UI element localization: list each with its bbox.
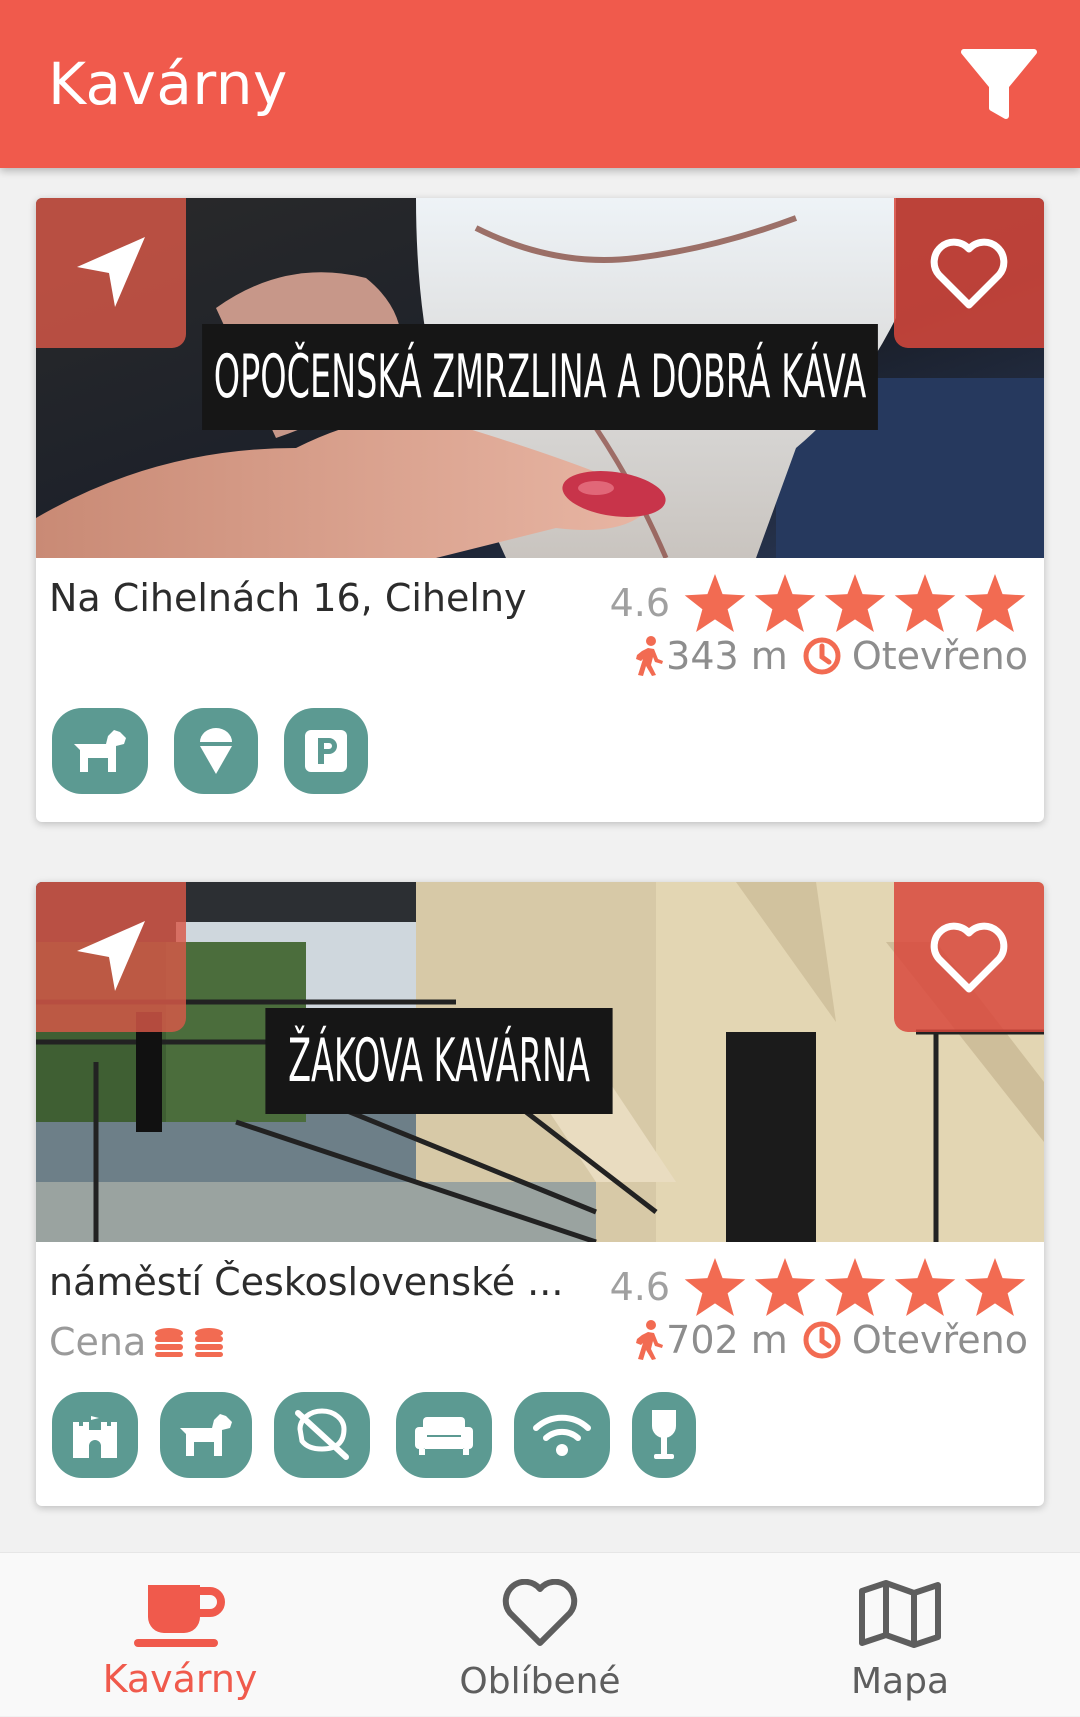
amenity-parking [284, 708, 368, 794]
cafe-name: Opočenská zmrzlina a dobrá káva [202, 324, 878, 430]
tab-kavarny[interactable]: Kavárny [50, 1553, 310, 1717]
price-label: Cena [49, 1320, 147, 1364]
coins-icon [195, 1328, 224, 1357]
coins-icon [155, 1328, 184, 1357]
price-level: Cena [49, 1320, 226, 1364]
bottom-navigation: Kavárny Oblíbené Mapa [0, 1552, 1080, 1716]
rating: 4.6 [610, 574, 1026, 632]
dog-friendly-icon [180, 1414, 232, 1456]
amenity-ice-cream [174, 708, 258, 794]
amenity-castle [52, 1392, 138, 1478]
no-smoking-icon [295, 1408, 349, 1460]
sofa-icon [415, 1417, 473, 1455]
open-status: Otevřeno [851, 634, 1028, 678]
heart-outline-icon [930, 238, 1008, 309]
star-icon [754, 1258, 816, 1316]
filter-button[interactable] [954, 44, 1044, 124]
rating: 4.6 [610, 1258, 1026, 1316]
heart-outline-icon [930, 922, 1008, 993]
amenity-dog [52, 708, 148, 794]
coffee-cup-icon [134, 1585, 225, 1647]
amenity-wifi [514, 1392, 610, 1478]
castle-icon [73, 1416, 117, 1458]
map-icon [859, 1580, 941, 1648]
amenity-sofa [396, 1392, 492, 1478]
star-icon [964, 574, 1026, 632]
ice-cream-icon [200, 728, 232, 774]
tab-label: Oblíbené [459, 1661, 621, 1702]
parking-icon [305, 730, 347, 772]
amenity-no-smoking [274, 1392, 370, 1478]
cafe-address: Na Cihelnách 16, Cihelny [49, 576, 527, 620]
clock-icon [803, 1321, 841, 1359]
rating-value: 4.6 [609, 581, 670, 625]
navigate-button[interactable] [36, 198, 186, 348]
dog-friendly-icon [74, 730, 126, 772]
heart-icon [502, 1579, 578, 1646]
cafe-address: náměstí Československé ... [49, 1260, 564, 1304]
star-icon [964, 1258, 1026, 1316]
page-title: Kavárny [48, 50, 288, 118]
cafe-name: Žákova kavárna [265, 1008, 613, 1114]
distance-status: 702 m Otevřeno [634, 1318, 1028, 1362]
cafe-card[interactable]: Žákova kavárna náměstí Československé ..… [36, 882, 1044, 1506]
distance-status: 343 m Otevřeno [634, 634, 1028, 678]
tab-mapa[interactable]: Mapa [770, 1553, 1030, 1717]
star-icon [894, 574, 956, 632]
amenity-wine [632, 1392, 696, 1478]
app-bar: Kavárny [0, 0, 1080, 168]
cafe-card[interactable]: Opočenská zmrzlina a dobrá káva Na Cihel… [36, 198, 1044, 822]
open-status: Otevřeno [851, 1318, 1028, 1362]
star-icon [684, 1258, 746, 1316]
walking-icon [636, 1320, 664, 1360]
clock-icon [803, 637, 841, 675]
favorite-button[interactable] [894, 882, 1044, 1032]
amenity-dog [160, 1392, 252, 1478]
star-icon [894, 1258, 956, 1316]
star-icon [824, 574, 886, 632]
tab-label: Mapa [850, 1661, 950, 1702]
wifi-icon [533, 1414, 591, 1456]
distance: 702 m [666, 1318, 788, 1362]
favorite-button[interactable] [894, 198, 1044, 348]
star-icon [824, 1258, 886, 1316]
star-icon [684, 574, 746, 632]
navigation-arrow-icon [77, 921, 145, 991]
tab-label: Kavárny [102, 1657, 258, 1701]
wine-icon [652, 1410, 676, 1459]
star-icon [754, 574, 816, 632]
rating-value: 4.6 [609, 1265, 670, 1309]
distance: 343 m [666, 634, 788, 678]
navigation-arrow-icon [77, 237, 145, 307]
filter-icon [961, 49, 1037, 119]
walking-icon [636, 636, 664, 676]
tab-oblibene[interactable]: Oblíbené [410, 1553, 670, 1717]
navigate-button[interactable] [36, 882, 186, 1032]
